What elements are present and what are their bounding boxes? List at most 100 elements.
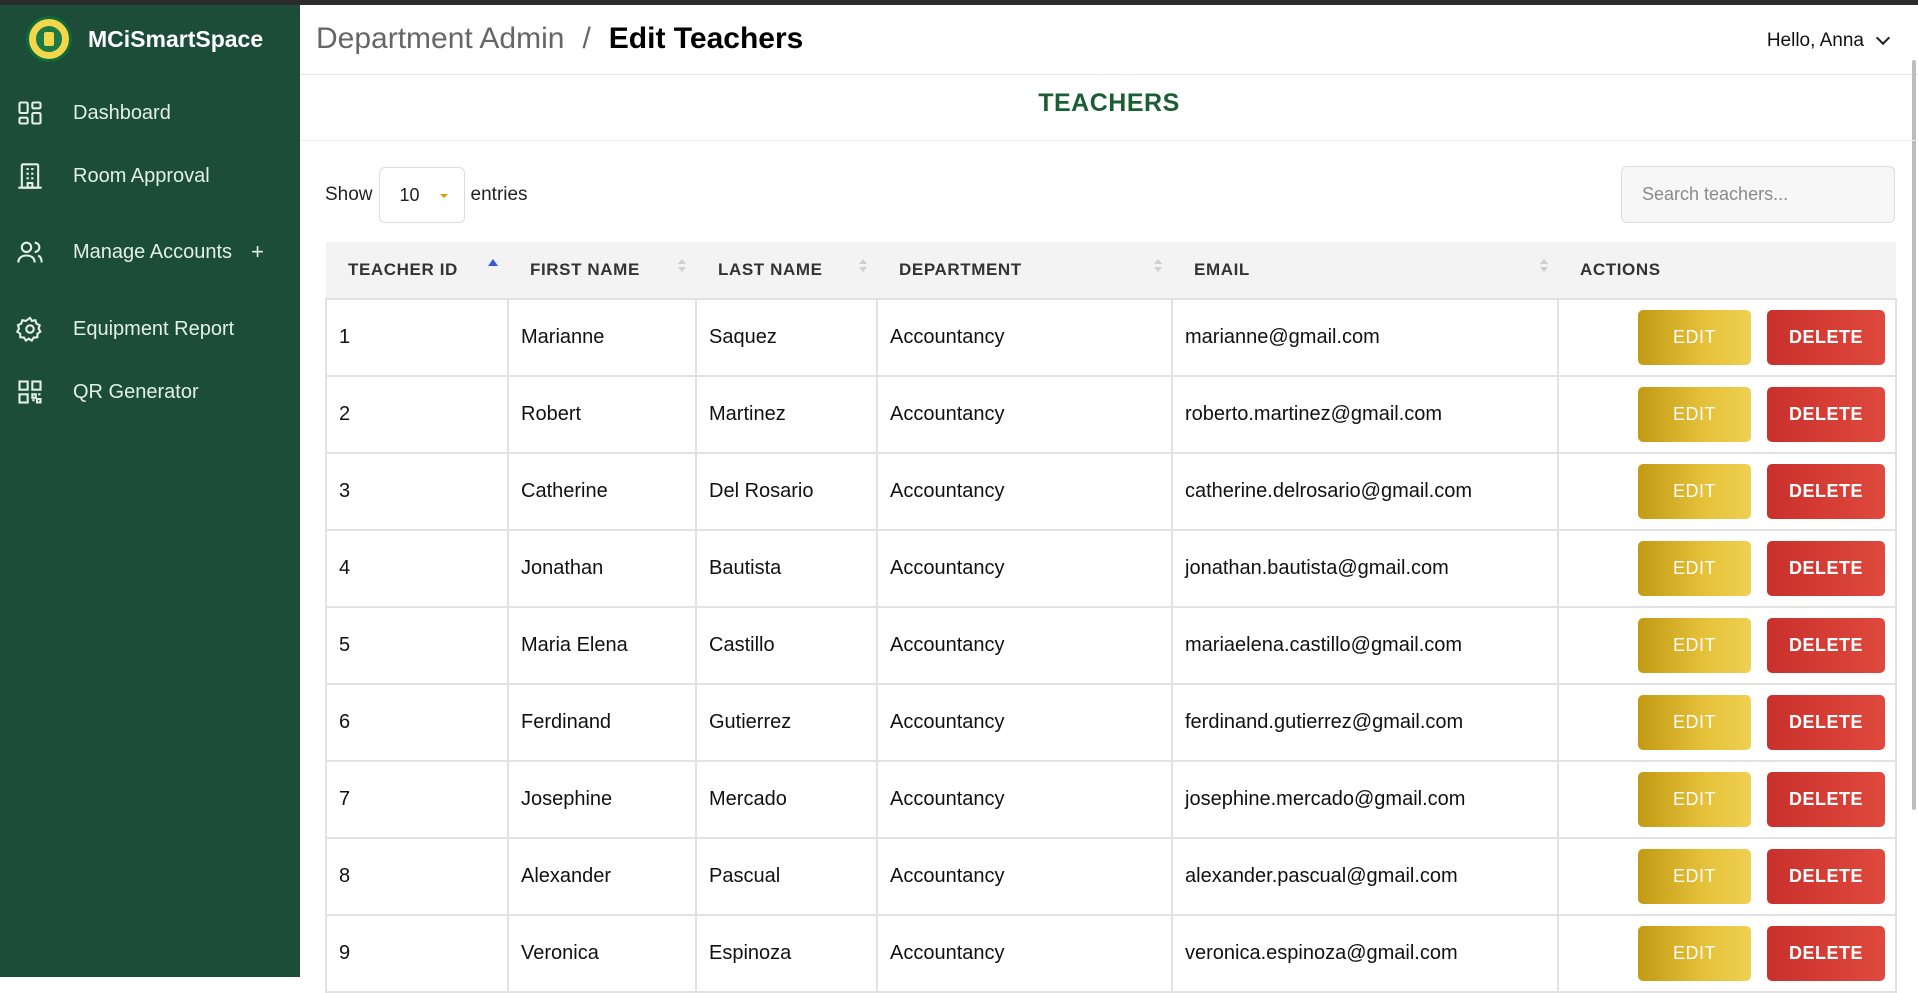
sidebar-item-label: Equipment Report [73, 317, 235, 340]
user-greeting: Hello, Anna [1766, 30, 1864, 51]
first-name-cell: Marianne [507, 298, 697, 377]
entries-value: 10 [399, 184, 420, 205]
column-header-department[interactable]: DEPARTMENT [877, 242, 1172, 299]
column-header-email[interactable]: EMAIL [1172, 242, 1558, 299]
sidebar-item-qr-generator[interactable]: QR Generator [0, 360, 300, 423]
column-header-teacher-id[interactable]: TEACHER ID [326, 242, 508, 299]
delete-button[interactable]: DELETE [1767, 849, 1885, 904]
user-menu[interactable]: Hello, Anna [1766, 30, 1891, 52]
sidebar-item-room-approval[interactable]: Room Approval [0, 144, 300, 207]
sort-icon [859, 259, 867, 272]
edit-button[interactable]: EDIT [1638, 695, 1751, 750]
actions-cell: EDIT DELETE [1557, 375, 1897, 454]
dashboard-icon [16, 99, 44, 127]
first-name-cell: Ferdinand [507, 683, 697, 762]
delete-button[interactable]: DELETE [1767, 387, 1885, 442]
email-cell: ferdinand.gutierrez@gmail.com [1171, 683, 1559, 762]
column-header-last-name[interactable]: LAST NAME [696, 242, 877, 299]
first-name-cell: Robert [507, 375, 697, 454]
actions-cell: EDIT DELETE [1557, 529, 1897, 608]
brand-name: MCiSmartSpace [88, 25, 264, 52]
table-row: 8 Alexander Pascual Accountancy alexander.pa… [325, 837, 1897, 916]
top-header: Department Admin / Edit Teachers Hello, … [300, 5, 1918, 75]
column-header-first-name[interactable]: FIRST NAME [508, 242, 696, 299]
edit-button[interactable]: EDIT [1638, 464, 1751, 519]
last-name-cell: Castillo [695, 606, 878, 685]
table-row: 1 Marianne Saquez Accountancy marianne@gmail… [325, 298, 1897, 377]
page-scrollbar[interactable] [1912, 60, 1916, 810]
email-cell: roberto.martinez@gmail.com [1171, 375, 1559, 454]
delete-button[interactable]: DELETE [1767, 541, 1885, 596]
email-cell: marianne@gmail.com [1171, 298, 1559, 377]
last-name-cell: Bautista [695, 529, 878, 608]
table-row: 2 Robert Martinez Accountancy roberto.martin… [325, 375, 1897, 454]
window-top-strip [0, 0, 1918, 5]
delete-button[interactable]: DELETE [1767, 772, 1885, 827]
delete-button[interactable]: DELETE [1767, 926, 1885, 981]
delete-button[interactable]: DELETE [1767, 695, 1885, 750]
entries-label: entries [470, 184, 528, 205]
table-header-row: TEACHER ID FIRST NAME LAST NAME DEPARTME… [326, 242, 1896, 299]
edit-button[interactable]: EDIT [1638, 310, 1751, 365]
sidebar-item-label: Dashboard [73, 101, 171, 124]
edit-button[interactable]: EDIT [1638, 618, 1751, 673]
email-cell: alexander.pascual@gmail.com [1171, 837, 1559, 916]
sidebar-item-manage-accounts[interactable]: Manage Accounts + [0, 207, 300, 297]
school-logo [26, 16, 72, 62]
department-cell: Accountancy [876, 837, 1173, 916]
edit-button[interactable]: EDIT [1638, 772, 1751, 827]
edit-button[interactable]: EDIT [1638, 387, 1751, 442]
sort-icon [1154, 259, 1162, 272]
last-name-cell: Saquez [695, 298, 878, 377]
table-body: 1 Marianne Saquez Accountancy marianne@gmail… [325, 298, 1897, 993]
actions-cell: EDIT DELETE [1557, 760, 1897, 839]
actions-cell: EDIT DELETE [1557, 452, 1897, 531]
sort-icon [1540, 259, 1548, 272]
page-title: Edit Teachers [608, 22, 804, 55]
sidebar-item-dashboard[interactable]: Dashboard [0, 81, 300, 144]
expand-plus-icon[interactable]: + [251, 239, 264, 265]
first-name-cell: Josephine [507, 760, 697, 839]
sidebar-item-label: Manage Accounts [73, 241, 232, 263]
users-icon [16, 238, 44, 266]
teachers-table: TEACHER ID FIRST NAME LAST NAME DEPARTME… [325, 242, 1897, 993]
sidebar-nav: Dashboard Room Approval Manage Accounts … [0, 81, 300, 423]
delete-button[interactable]: DELETE [1767, 464, 1885, 519]
department-cell: Accountancy [876, 298, 1173, 377]
table-row: 4 Jonathan Bautista Accountancy jonathan.bau… [325, 529, 1897, 608]
table-row: 5 Maria Elena Castillo Accountancy mariaelen… [325, 606, 1897, 685]
department-cell: Accountancy [876, 914, 1173, 993]
edit-button[interactable]: EDIT [1638, 849, 1751, 904]
edit-button[interactable]: EDIT [1638, 541, 1751, 596]
breadcrumb-parent[interactable]: Department Admin [316, 22, 564, 56]
teacher-id-cell: 7 [325, 760, 509, 839]
actions-cell: EDIT DELETE [1557, 606, 1897, 685]
delete-button[interactable]: DELETE [1767, 618, 1885, 673]
first-name-cell: Catherine [507, 452, 697, 531]
teacher-id-cell: 6 [325, 683, 509, 762]
brand[interactable]: MCiSmartSpace [0, 5, 300, 73]
department-cell: Accountancy [876, 452, 1173, 531]
entries-select[interactable]: 10 [378, 167, 465, 223]
last-name-cell: Del Rosario [695, 452, 878, 531]
edit-button[interactable]: EDIT [1638, 926, 1751, 981]
sort-icon [678, 259, 686, 272]
sidebar-item-equipment-report[interactable]: Equipment Report [0, 297, 300, 360]
first-name-cell: Veronica [507, 914, 697, 993]
teachers-table-wrapper: TEACHER ID FIRST NAME LAST NAME DEPARTME… [325, 242, 1897, 993]
chevron-down-icon [1875, 30, 1891, 46]
actions-cell: EDIT DELETE [1557, 837, 1897, 916]
sidebar-item-label: QR Generator [73, 380, 199, 403]
teacher-id-cell: 3 [325, 452, 509, 531]
last-name-cell: Martinez [695, 375, 878, 454]
search-input[interactable] [1621, 166, 1895, 223]
sidebar: MCiSmartSpace Dashboard Room Approval Ma… [0, 5, 300, 977]
first-name-cell: Jonathan [507, 529, 697, 608]
department-cell: Accountancy [876, 683, 1173, 762]
last-name-cell: Espinoza [695, 914, 878, 993]
first-name-cell: Maria Elena [507, 606, 697, 685]
teacher-id-cell: 1 [325, 298, 509, 377]
building-icon [16, 162, 44, 190]
last-name-cell: Pascual [695, 837, 878, 916]
delete-button[interactable]: DELETE [1767, 310, 1885, 365]
